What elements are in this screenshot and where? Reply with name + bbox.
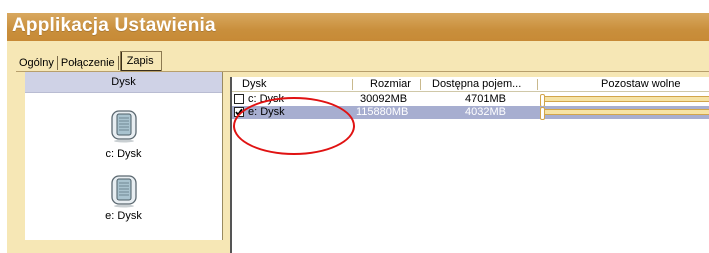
disk-checkbox-e[interactable] xyxy=(234,107,244,117)
drive-panel-header: Dysk xyxy=(25,72,222,93)
tab-divider xyxy=(117,56,119,70)
title-bar: Applikacja Ustawienia xyxy=(7,13,709,41)
column-disk[interactable]: Dysk xyxy=(242,77,266,91)
disk-available: 4032MB xyxy=(465,106,506,118)
column-separator[interactable] xyxy=(420,79,421,90)
tab-bar: Ogólny Połączenie Zapis xyxy=(16,51,162,71)
column-separator[interactable] xyxy=(352,79,353,90)
hard-drive-icon[interactable] xyxy=(108,109,140,143)
drive-label-e[interactable]: e: Dysk xyxy=(25,210,222,222)
checkmark-icon xyxy=(235,108,243,116)
leave-free-slider[interactable] xyxy=(540,107,709,120)
slider-thumb[interactable] xyxy=(540,107,545,120)
disk-list: Dysk Rozmiar Dostępna pojem... Pozostaw … xyxy=(230,77,709,253)
drive-panel: Dysk c: Dysk e: Dysk xyxy=(25,72,223,240)
tab-connection[interactable]: Połączenie xyxy=(58,55,118,71)
disk-available: 4701MB xyxy=(465,93,506,105)
window-title: Applikacja Ustawienia xyxy=(12,15,216,36)
tab-save[interactable]: Zapis xyxy=(119,51,162,71)
column-available[interactable]: Dostępna pojem... xyxy=(432,77,521,91)
disk-size: 115880MB xyxy=(356,106,409,118)
column-size[interactable]: Rozmiar xyxy=(370,77,411,91)
column-leave-free[interactable]: Pozostaw wolne xyxy=(601,77,681,91)
disk-row-c[interactable]: c: Dysk 30092MB 4701MB xyxy=(232,93,709,107)
disk-checkbox-c[interactable] xyxy=(234,94,244,104)
disk-name: c: Dysk xyxy=(248,93,285,105)
hard-drive-icon[interactable] xyxy=(108,174,140,208)
column-separator[interactable] xyxy=(537,79,538,90)
disk-name: e: Dysk xyxy=(248,106,285,118)
disk-list-header: Dysk Rozmiar Dostępna pojem... Pozostaw … xyxy=(232,77,709,92)
tab-general[interactable]: Ogólny xyxy=(16,55,57,71)
disk-row-e[interactable]: e: Dysk 115880MB 4032MB xyxy=(232,106,709,120)
drive-label-c[interactable]: c: Dysk xyxy=(25,148,222,160)
disk-size: 30092MB xyxy=(360,93,408,105)
leave-free-slider[interactable] xyxy=(540,94,709,107)
